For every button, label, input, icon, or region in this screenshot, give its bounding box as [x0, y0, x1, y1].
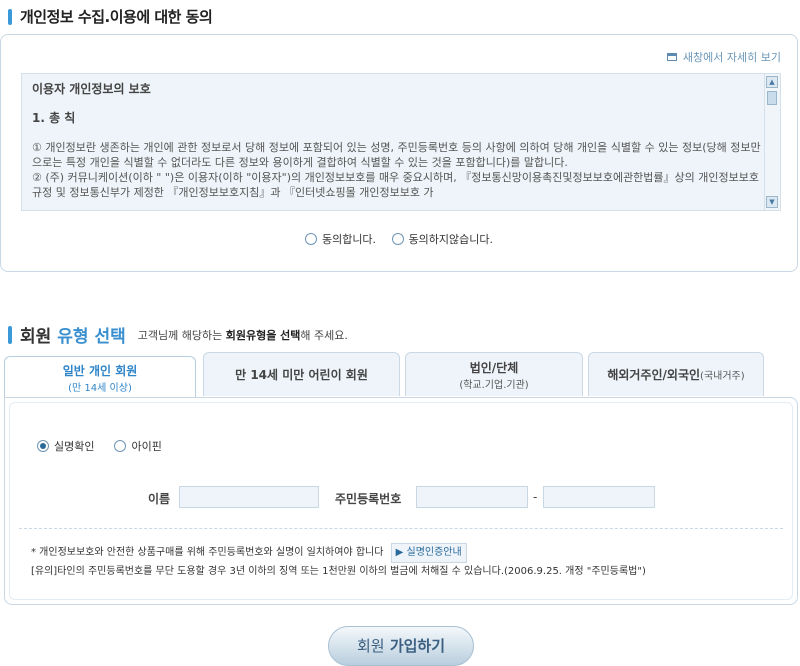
terms-paragraph-2: ② (주) 커뮤니케이션(이하 " ")은 이용자(이하 "이용자")의 개인정…	[32, 171, 760, 199]
note-line-2: [유의]타인의 주민등록번호를 무단 도용할 경우 3년 이하의 징역 또는 1…	[31, 566, 646, 577]
form-divider	[19, 528, 783, 529]
disagree-option[interactable]: 동의하지않습니다.	[391, 231, 494, 247]
agree-label: 동의합니다.	[321, 233, 377, 246]
tab-label: 해외거주인/외국인(국내거주)	[589, 366, 763, 383]
scroll-thumb[interactable]	[767, 91, 777, 105]
auth-option-label: 실명확인	[54, 440, 95, 453]
title-bar-marker	[8, 325, 12, 344]
rrn-label: 주민등록번호	[335, 492, 402, 506]
terms-section-title: 1. 총 칙	[32, 111, 76, 125]
scroll-up-icon[interactable]: ▲	[766, 76, 778, 88]
member-title-b: 유형 선택	[57, 327, 126, 347]
terms-scrollbar[interactable]: ▲ ▼	[764, 74, 780, 210]
scroll-down-icon[interactable]: ▼	[766, 196, 778, 208]
terms-paragraph-1: ① 개인정보란 생존하는 개인에 관한 정보로서 당해 정보에 포함되어 있는 …	[32, 141, 761, 169]
privacy-consent-box: 새창에서 자세히 보기 이용자 개인정보의 보호 1. 총 칙 ① 개인정보란 …	[0, 34, 798, 272]
rrn-back-input[interactable]	[543, 486, 655, 508]
tab-label: 일반 개인 회원	[62, 364, 138, 378]
join-button-a: 회원	[356, 637, 385, 655]
agree-radio[interactable]	[304, 233, 317, 245]
tab-overseas-member[interactable]: 해외거주인/외국인(국내거주)	[588, 352, 764, 396]
tab-label: 만 14세 미만 어린이 회원	[235, 368, 368, 382]
member-section-title: 회원 유형 선택 고객님께 해당하는 회원유형을 선택해 주세요.	[8, 322, 348, 347]
subtitle-pre: 고객님께 해당하는	[137, 328, 223, 342]
ipin-radio[interactable]	[114, 440, 127, 452]
disagree-label: 동의하지않습니다.	[408, 233, 494, 246]
join-button-b: 가입하기	[389, 637, 446, 655]
tab-label-main: 해외거주인/외국인	[607, 368, 701, 382]
privacy-title-text: 개인정보 수집.이용에 대한 동의	[20, 8, 213, 26]
disagree-radio[interactable]	[391, 233, 404, 245]
tab-corporate-member[interactable]: 법인/단체 (학교.기업.기관)	[405, 352, 583, 396]
popup-detail-link[interactable]: 새창에서 자세히 보기	[666, 49, 781, 65]
consent-options: 동의합니다. 동의하지않습니다.	[1, 231, 797, 248]
name-input[interactable]	[179, 486, 319, 508]
form-notes: * 개인정보보호와 안전한 상품구매를 위해 주민등록번호와 실명이 일치하여야…	[31, 543, 646, 581]
join-button[interactable]: 회원 가입하기	[328, 626, 474, 666]
member-subtitle: 고객님께 해당하는 회원유형을 선택해 주세요.	[138, 327, 348, 343]
auth-ipin-option[interactable]: 아이핀	[114, 438, 162, 454]
tab-sublabel: (학교.기업.기관)	[459, 379, 529, 391]
tab-child-member[interactable]: 만 14세 미만 어린이 회원	[203, 352, 400, 396]
tab-sublabel: (만 14세 이상)	[68, 383, 132, 394]
popup-detail-label: 새창에서 자세히 보기	[682, 51, 781, 64]
subtitle-post: 해 주세요.	[300, 328, 348, 342]
name-label: 이름	[148, 492, 171, 506]
terms-content: 이용자 개인정보의 보호 1. 총 칙 ① 개인정보란 생존하는 개인에 관한 …	[32, 82, 762, 200]
new-window-icon	[666, 53, 677, 61]
member-title-a: 회원	[20, 327, 52, 347]
note-line-1: * 개인정보보호와 안전한 상품구매를 위해 주민등록번호와 실명이 일치하여야…	[31, 543, 646, 563]
rrn-dash: -	[533, 490, 538, 504]
auth-method-options: 실명확인 아이핀	[37, 438, 182, 454]
realname-guide-button[interactable]: ▶ 실명인증안내	[390, 543, 467, 563]
agree-option[interactable]: 동의합니다.	[304, 231, 377, 247]
tab-general-member[interactable]: 일반 개인 회원 (만 14세 이상)	[4, 356, 196, 400]
note-1-text: * 개인정보보호와 안전한 상품구매를 위해 주민등록번호와 실명이 일치하여야…	[31, 547, 384, 558]
auth-option-label: 아이핀	[131, 440, 162, 453]
auth-realname-option[interactable]: 실명확인	[37, 438, 94, 454]
terms-heading: 이용자 개인정보의 보호	[32, 82, 151, 96]
tab-label: 법인/단체	[469, 360, 519, 375]
member-form-panel: 실명확인 아이핀 이름 주민등록번호 - * 개인정보보호와 안전한 상품구매를…	[4, 397, 798, 605]
realname-radio[interactable]	[37, 440, 49, 452]
tab-sublabel: (국내거주)	[700, 371, 745, 382]
title-bar-marker	[8, 8, 12, 25]
terms-textarea[interactable]: 이용자 개인정보의 보호 1. 총 칙 ① 개인정보란 생존하는 개인에 관한 …	[21, 73, 781, 211]
member-type-tabs: 일반 개인 회원 (만 14세 이상) 만 14세 미만 어린이 회원 법인/단…	[4, 352, 798, 400]
rrn-front-input[interactable]	[416, 486, 528, 508]
subtitle-bold: 회원유형을 선택	[225, 328, 301, 342]
privacy-section-title: 개인정보 수집.이용에 대한 동의	[8, 6, 213, 27]
